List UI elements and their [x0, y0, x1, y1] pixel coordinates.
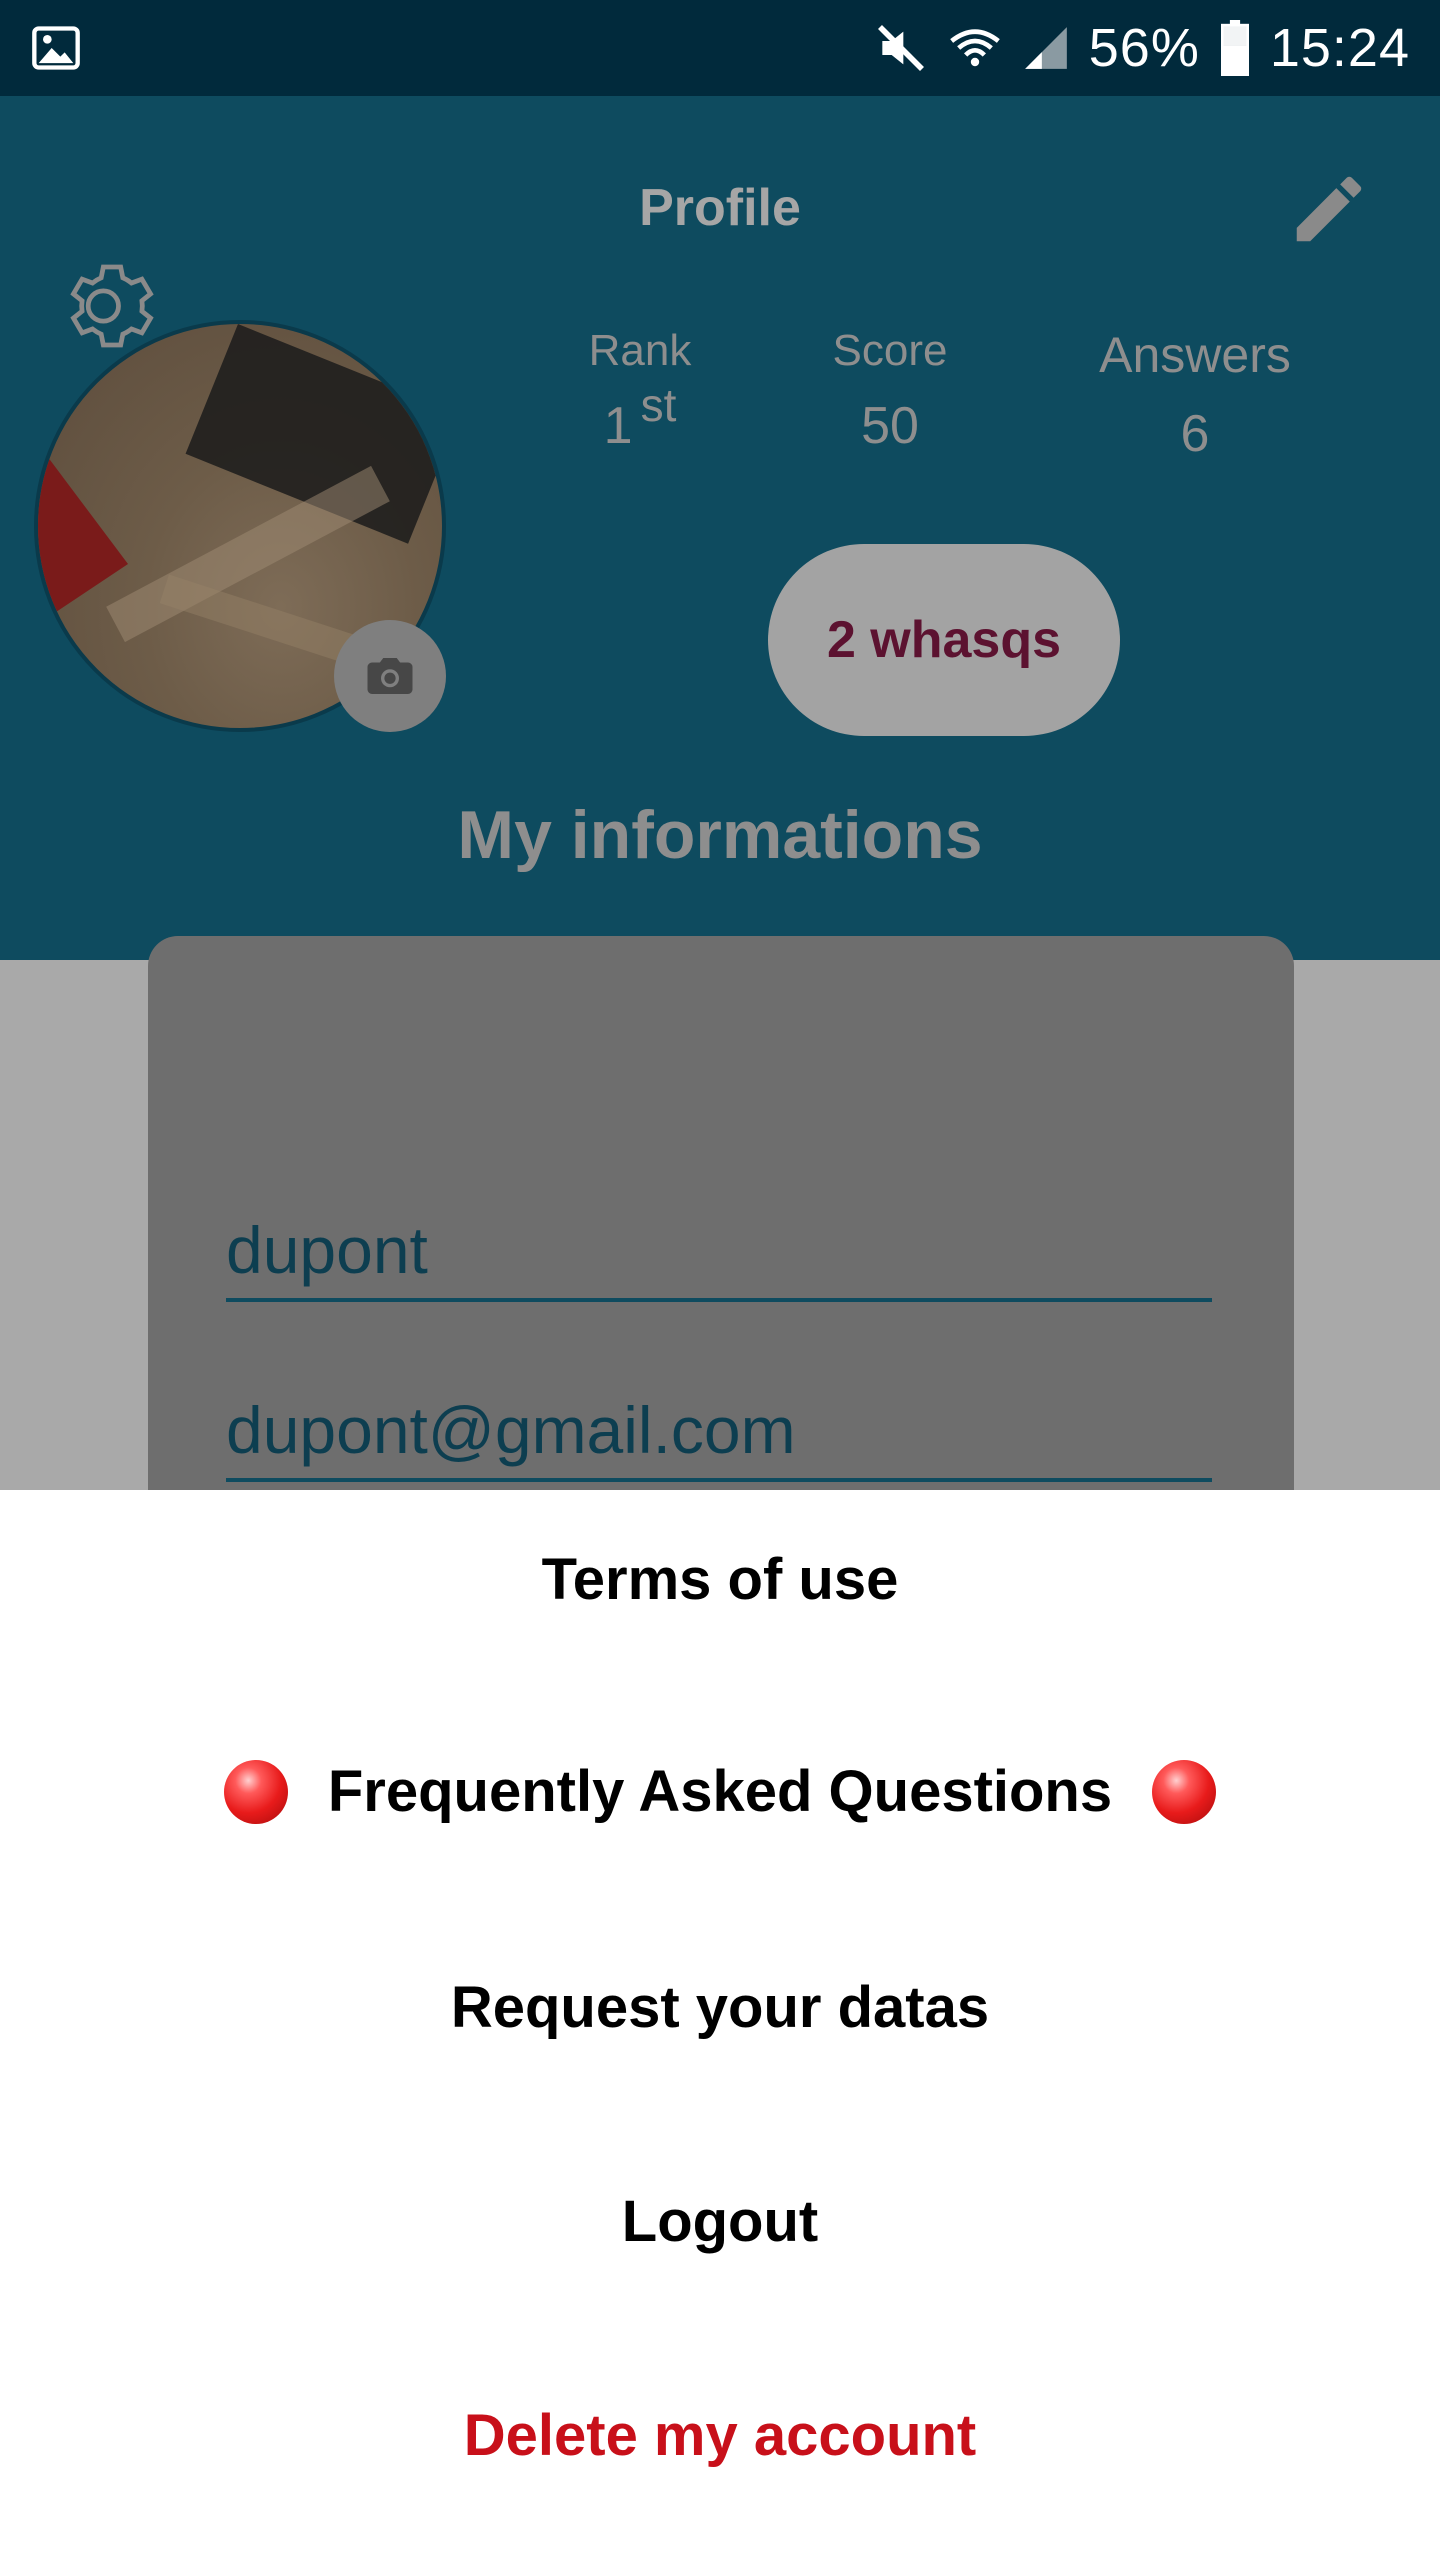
- change-photo-button[interactable]: [334, 620, 446, 732]
- wifi-icon: [947, 20, 1003, 76]
- delete-account-label: Delete my account: [463, 2403, 977, 2468]
- section-title: My informations: [457, 797, 983, 873]
- rank-label: Rank: [588, 326, 692, 375]
- answers-label: Answers: [1099, 327, 1291, 383]
- menu-item-logout[interactable]: Logout: [0, 2188, 1440, 2255]
- menu-item-delete-account[interactable]: Delete my account: [0, 2402, 1440, 2469]
- logout-label: Logout: [621, 2189, 819, 2254]
- menu-item-faq[interactable]: Frequently Asked Questions: [0, 1758, 1440, 1825]
- menu-item-terms[interactable]: Terms of use: [0, 1546, 1440, 1613]
- page-title: Profile: [639, 179, 801, 237]
- red-dot-icon: [223, 1759, 288, 1824]
- pencil-icon: [1296, 176, 1362, 242]
- whasqs-button[interactable]: 2 whasqs: [768, 544, 1120, 736]
- gallery-icon: [30, 22, 82, 74]
- menu-item-request-data[interactable]: Request your datas: [0, 1974, 1440, 2041]
- rank-value: 1st: [560, 379, 720, 456]
- stat-score: Score 50: [800, 326, 980, 456]
- signal-icon: [1021, 23, 1071, 73]
- score-value: 50: [861, 397, 919, 455]
- request-data-label: Request your datas: [450, 1975, 990, 2040]
- edit-profile-button[interactable]: [1286, 166, 1372, 252]
- name-field[interactable]: dupont: [226, 1212, 1212, 1302]
- battery-icon: [1218, 20, 1252, 76]
- rank-number: 1: [603, 397, 633, 455]
- screen: 56% 15:24 Profile Rank 1 st Score 50 Ans…: [0, 0, 1440, 2560]
- camera-icon: [367, 658, 413, 694]
- faq-label: Frequently Asked Questions: [327, 1759, 1113, 1824]
- stat-rank: Rank 1st: [560, 326, 720, 456]
- status-bar: 56% 15:24: [0, 0, 1440, 96]
- clock: 15:24: [1269, 18, 1410, 78]
- stat-answers: Answers 6: [1070, 326, 1320, 464]
- rank-suffix: st: [640, 379, 677, 431]
- bottom-sheet-menu: Terms of use Frequently Asked Questions …: [0, 1490, 1440, 2560]
- answers-value: 6: [1180, 405, 1210, 463]
- email-field[interactable]: dupont@gmail.com: [226, 1392, 1212, 1482]
- terms-label: Terms of use: [541, 1547, 899, 1612]
- mute-icon: [873, 20, 929, 76]
- score-label: Score: [832, 326, 948, 375]
- red-dot-icon: [1152, 1759, 1217, 1824]
- battery-percent: 56%: [1088, 18, 1200, 78]
